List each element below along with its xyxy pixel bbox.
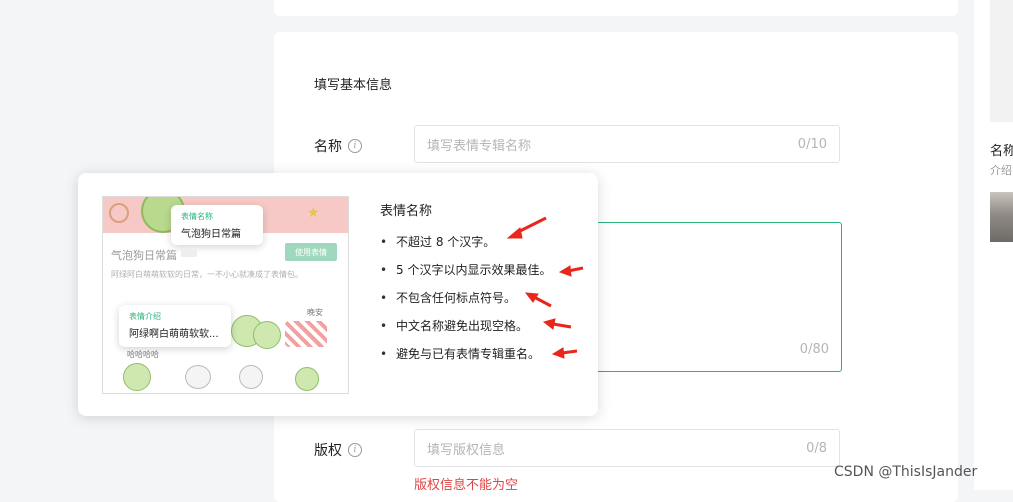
name-input[interactable]: 填写表情专辑名称 0/10 — [414, 125, 840, 163]
name-tooltip: 表情名称 气泡狗日常篇 — [171, 205, 263, 245]
intro-counter: 0/80 — [799, 342, 829, 357]
rules-list: • 不超过 8 个汉字。 • 5 个汉字以内显示效果最佳。 • 不包含任何标点符号。 … — [380, 231, 551, 371]
name-help-popover: ★ 表情名称 气泡狗日常篇 气泡狗日常篇 使用表情 阿绿阿白萌萌软软的日常，一不… — [78, 173, 598, 416]
intro-tooltip-value: 阿绿啊白萌萌软软... — [129, 329, 219, 340]
preview-intro-label: 介绍 — [990, 164, 1012, 177]
name-tooltip-value: 气泡狗日常篇 — [181, 229, 241, 240]
sticker — [239, 365, 263, 389]
section-title: 填写基本信息 — [314, 78, 393, 93]
top-card — [274, 0, 958, 16]
name-placeholder: 填写表情专辑名称 — [427, 138, 532, 154]
watermark: CSDN @ThisIsJander — [834, 464, 978, 480]
sticker-caption: 晚安 — [307, 308, 323, 317]
info-icon[interactable]: i — [348, 139, 362, 153]
info-icon[interactable]: i — [348, 443, 362, 457]
sticker-blanket — [285, 321, 327, 347]
rule-item: • 不超过 8 个汉字。 — [380, 235, 496, 249]
copyright-placeholder: 填写版权信息 — [427, 442, 506, 458]
preview-description: 阿绿阿白萌萌软软的日常，一不小心就凑成了表情包。 — [111, 270, 303, 279]
rule-item: • 避免与已有表情专辑重名。 — [380, 347, 541, 361]
intro-tooltip-title: 表情介绍 — [129, 312, 161, 321]
spiral-decoration — [109, 203, 129, 223]
intro-tooltip: 表情介绍 阿绿啊白萌萌软软... — [119, 305, 231, 347]
rules-title: 表情名称 — [380, 204, 433, 219]
right-preview-panel: 名称 介绍 — [974, 0, 1013, 490]
preview-use-button: 使用表情 — [285, 243, 337, 261]
copyright-label-group: 版权 i — [314, 440, 362, 460]
rule-item: • 中文名称避免出现空格。 — [380, 319, 529, 333]
sticker — [185, 365, 211, 389]
name-label: 名称 — [314, 139, 342, 155]
name-tooltip-title: 表情名称 — [181, 212, 213, 221]
preview-badge — [181, 249, 197, 257]
rule-item: • 5 个汉字以内显示效果最佳。 — [380, 263, 552, 277]
star-icon: ★ — [307, 205, 320, 221]
preview-image-placeholder — [990, 0, 1013, 122]
sticker — [295, 367, 319, 391]
copyright-error: 版权信息不能为空 — [414, 478, 519, 493]
rule-item: • 不包含任何标点符号。 — [380, 291, 517, 305]
copyright-label: 版权 — [314, 443, 342, 459]
copyright-counter: 0/8 — [806, 440, 827, 456]
preview-name-label: 名称 — [990, 144, 1013, 159]
sticker-caption: 哈哈哈哈 — [127, 350, 159, 359]
avatar — [990, 192, 1013, 242]
copyright-input[interactable]: 填写版权信息 0/8 — [414, 429, 840, 467]
name-counter: 0/10 — [797, 136, 827, 152]
sticker — [123, 363, 151, 391]
sticker — [253, 321, 281, 349]
name-label-group: 名称 i — [314, 136, 362, 156]
preview-album-name: 气泡狗日常篇 — [111, 249, 177, 262]
example-preview-image: ★ 表情名称 气泡狗日常篇 气泡狗日常篇 使用表情 阿绿阿白萌萌软软的日常，一不… — [102, 196, 349, 394]
